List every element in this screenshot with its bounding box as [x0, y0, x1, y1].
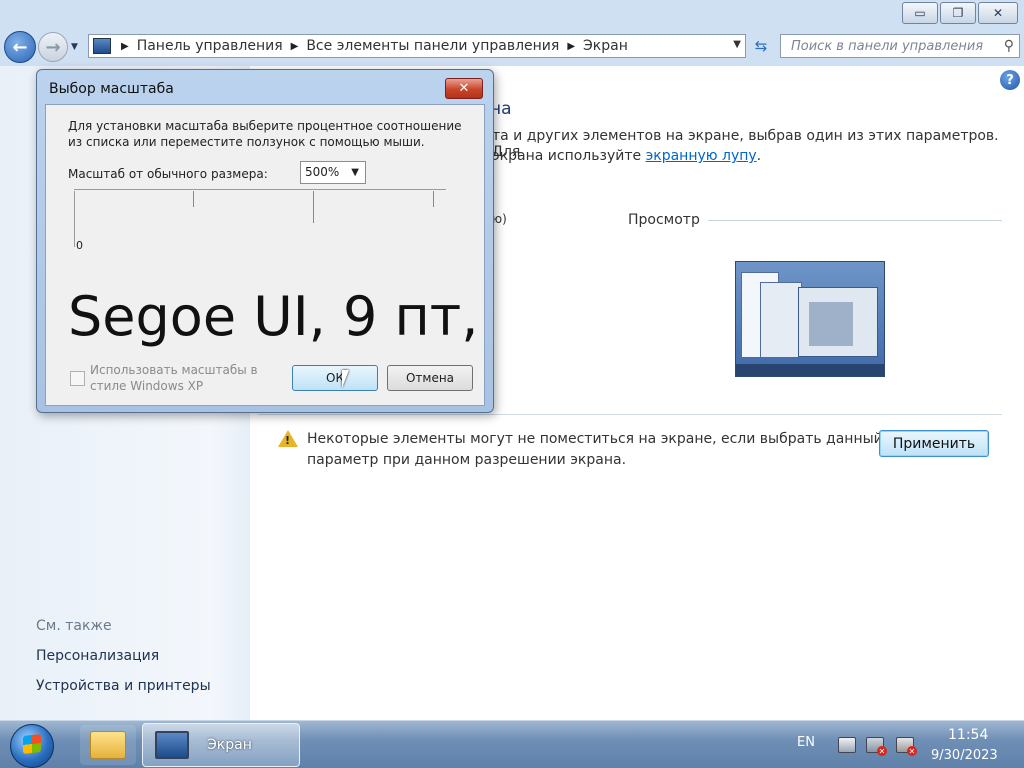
preview-image: [735, 261, 885, 377]
volume-icon[interactable]: ✕: [896, 737, 917, 756]
taskbar-display-label: Экран: [207, 737, 252, 753]
windows-logo-icon: [23, 734, 41, 754]
chevron-down-icon[interactable]: ▼: [351, 167, 359, 178]
ok-button[interactable]: ОК: [292, 365, 378, 391]
back-button[interactable]: ←: [4, 31, 36, 63]
maximize-button[interactable]: ❐: [940, 2, 976, 24]
breadcrumb-display[interactable]: Экран: [583, 38, 628, 54]
description-prefix: экрана используйте: [492, 148, 646, 164]
description-line-2: экрана используйте экранную лупу.: [492, 148, 761, 164]
section-divider: [258, 414, 1002, 415]
breadcrumb-control-panel[interactable]: Панель управления: [137, 38, 283, 54]
ruler-baseline[interactable]: [74, 189, 446, 190]
caption-buttons: ▭ ❐ ✕: [902, 2, 1018, 24]
breadcrumb-separator-icon[interactable]: ▶: [121, 41, 129, 52]
scale-label: Масштаб от обычного размера:: [68, 167, 268, 181]
breadcrumb-all-items[interactable]: Все элементы панели управления: [306, 38, 559, 54]
recent-pages-dropdown[interactable]: ▼: [71, 42, 78, 52]
dialog-body: Для установки масштаба выберите процентн…: [45, 104, 485, 406]
warning-text-line-2: параметр при данном разрешении экрана.: [307, 452, 627, 468]
xp-scaling-checkbox[interactable]: [70, 371, 85, 386]
search-icon[interactable]: ⚲: [1004, 38, 1014, 54]
refresh-button[interactable]: ⇆: [748, 34, 774, 58]
forward-arrow-icon: →: [45, 36, 61, 58]
scale-value[interactable]: 500%: [305, 165, 339, 179]
preview-divider: [708, 220, 1002, 221]
taskbar: Экран EN ✕ ✕ 11:54 9/30/2023: [0, 720, 1024, 768]
taskbar-explorer-button[interactable]: [80, 725, 136, 765]
see-also-heading: См. также: [36, 618, 112, 634]
sidebar-link-personalization[interactable]: Персонализация: [36, 648, 159, 664]
mouse-cursor-icon: [342, 370, 349, 388]
close-icon: ✕: [458, 81, 470, 96]
navigation-bar: ← → ▼ ▶ Панель управления ▶ Все элементы п…: [0, 28, 1024, 66]
address-dropdown-icon[interactable]: ▼: [733, 39, 741, 50]
ruler-tick: [193, 191, 194, 207]
font-sample-text: Segoe UI, 9 пт,: [68, 285, 479, 348]
preview-window-icon: [760, 282, 802, 358]
monitor-icon: [155, 731, 189, 759]
dialog-instructions-line-2: из списка или переместите ползунок с пом…: [68, 135, 425, 149]
start-button[interactable]: [10, 724, 54, 768]
xp-scaling-label-line-1: Использовать масштабы в: [90, 363, 258, 377]
xp-scaling-label-line-2: стиле Windows XP: [90, 379, 204, 393]
ruler-zero-label: 0: [76, 239, 83, 252]
preview-window-icon: [798, 287, 878, 357]
breadcrumb-separator-icon[interactable]: ▶: [291, 41, 299, 52]
preview-taskbar: [736, 364, 884, 376]
search-input[interactable]: Поиск в панели управления ⚲: [780, 34, 1020, 58]
sidebar-link-devices-printers[interactable]: Устройства и принтеры: [36, 678, 211, 694]
scale-select[interactable]: 500% ▼: [300, 161, 366, 184]
warning-text-line-1: Некоторые элементы могут не поместиться …: [307, 431, 883, 447]
control-panel-icon: [93, 38, 111, 54]
close-window-button[interactable]: ✕: [978, 2, 1018, 24]
dialog-title: Выбор масштаба: [49, 81, 174, 97]
description-suffix: .: [756, 148, 762, 164]
preview-heading: Просмотр: [628, 212, 700, 228]
apply-button[interactable]: Применить: [879, 430, 989, 457]
action-center-flag-icon[interactable]: [838, 737, 856, 753]
search-placeholder: Поиск в панели управления: [791, 38, 984, 54]
dialog-close-button[interactable]: ✕: [445, 78, 483, 99]
ruler-start-tick: [74, 191, 75, 247]
minimize-button[interactable]: ▭: [902, 2, 938, 24]
custom-dpi-dialog: Выбор масштаба ✕ Для установки масштаба …: [36, 69, 494, 413]
network-icon[interactable]: ✕: [866, 737, 887, 756]
dialog-instructions-line-1: Для установки масштаба выберите процентн…: [68, 119, 462, 133]
warning-icon: !: [278, 430, 298, 447]
back-arrow-icon: ←: [12, 36, 28, 58]
forward-button[interactable]: →: [38, 32, 68, 62]
ruler-tick: [313, 191, 314, 223]
help-icon[interactable]: ?: [1000, 70, 1020, 90]
cancel-button[interactable]: Отмена: [387, 365, 473, 391]
taskbar-display-button[interactable]: Экран: [142, 723, 300, 767]
option-label-fragment: ю): [492, 212, 507, 226]
magnifier-link[interactable]: экранную лупу: [646, 148, 757, 164]
address-bar[interactable]: ▶ Панель управления ▶ Все элементы панели …: [88, 34, 746, 58]
refresh-icon: ⇆: [754, 37, 768, 55]
clock-time[interactable]: 11:54: [948, 727, 988, 743]
ruler-tick: [433, 191, 434, 207]
breadcrumb-separator-icon[interactable]: ▶: [567, 41, 575, 52]
clock-date[interactable]: 9/30/2023: [931, 748, 998, 763]
language-indicator[interactable]: EN: [797, 735, 815, 750]
folder-icon: [90, 731, 126, 759]
